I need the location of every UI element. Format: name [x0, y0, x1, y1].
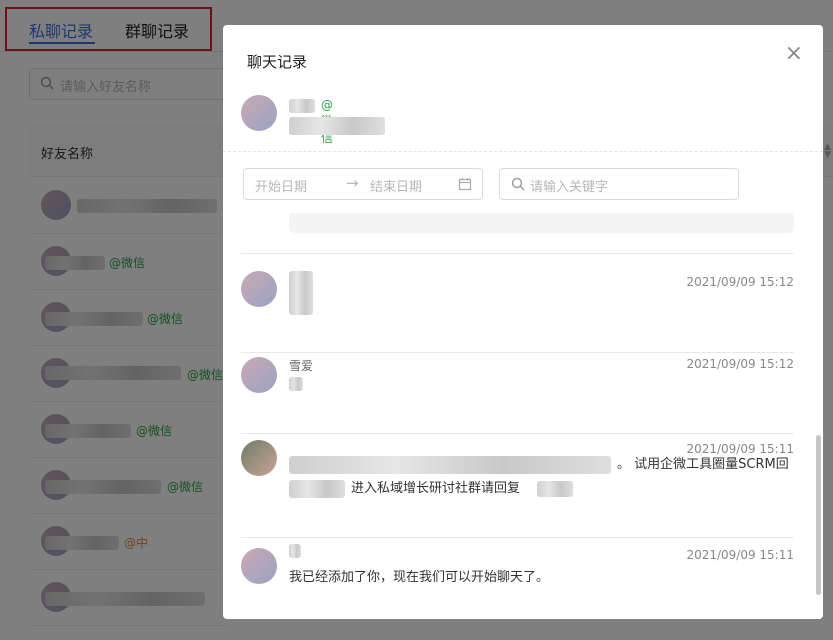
chat-history-modal: 聊天记录 × @微信 开始日期 → 结束日期 请输入关键字 2021/09/09…: [223, 25, 823, 619]
avatar: [241, 95, 277, 131]
message-time: 2021/09/09 15:12: [686, 357, 794, 371]
scrollbar[interactable]: [816, 435, 821, 595]
keyword-placeholder: 请输入关键字: [530, 180, 609, 195]
message-bubble-truncated: [289, 213, 794, 233]
message-item: 雪爱 2021/09/09 15:12: [241, 353, 794, 434]
close-icon[interactable]: ×: [785, 41, 803, 66]
message-text-line2: 进入私域增长研讨社群请回复: [351, 481, 521, 496]
date-range-picker[interactable]: 开始日期 → 结束日期: [243, 168, 483, 200]
redacted-info: [289, 117, 385, 135]
search-icon: [511, 177, 525, 191]
message-text: 我已经添加了你，现在我们可以开始聊天了。: [289, 570, 550, 585]
redacted-content: [289, 271, 313, 315]
avatar: [241, 357, 277, 393]
redacted-content: [289, 480, 345, 498]
message-time: 2021/09/09 15:12: [686, 275, 794, 289]
modal-title: 聊天记录: [247, 53, 308, 71]
redacted-content: [289, 544, 301, 558]
redacted-content: [537, 481, 573, 497]
avatar: [241, 271, 277, 307]
avatar: [241, 548, 277, 584]
redacted-content: [289, 456, 611, 474]
arrow-right-icon: →: [346, 174, 359, 192]
message-time: 2021/09/09 15:11: [686, 442, 794, 456]
message-time: 2021/09/09 15:11: [686, 548, 794, 562]
redacted-name: [289, 99, 315, 113]
sender-name: 雪爱: [289, 359, 314, 373]
divider: [241, 253, 794, 254]
message-list[interactable]: 2021/09/09 15:12 雪爱 2021/09/09 15:12 202…: [223, 213, 823, 619]
divider: [223, 151, 823, 152]
message-text: 。 试用企微工具圈量SCRM回: [617, 457, 789, 472]
message-item: 2021/09/09 15:11 。 试用企微工具圈量SCRM回 进入私域增长研…: [241, 434, 794, 538]
start-date-placeholder: 开始日期: [255, 180, 308, 195]
keyword-search-input[interactable]: 请输入关键字: [499, 168, 739, 200]
end-date-placeholder: 结束日期: [370, 180, 423, 195]
message-item: 2021/09/09 15:12: [241, 271, 794, 353]
avatar: [241, 440, 277, 476]
message-item: 2021/09/09 15:11 我已经添加了你，现在我们可以开始聊天了。: [241, 538, 794, 619]
redacted-content: [289, 377, 303, 391]
calendar-icon: [458, 178, 472, 191]
